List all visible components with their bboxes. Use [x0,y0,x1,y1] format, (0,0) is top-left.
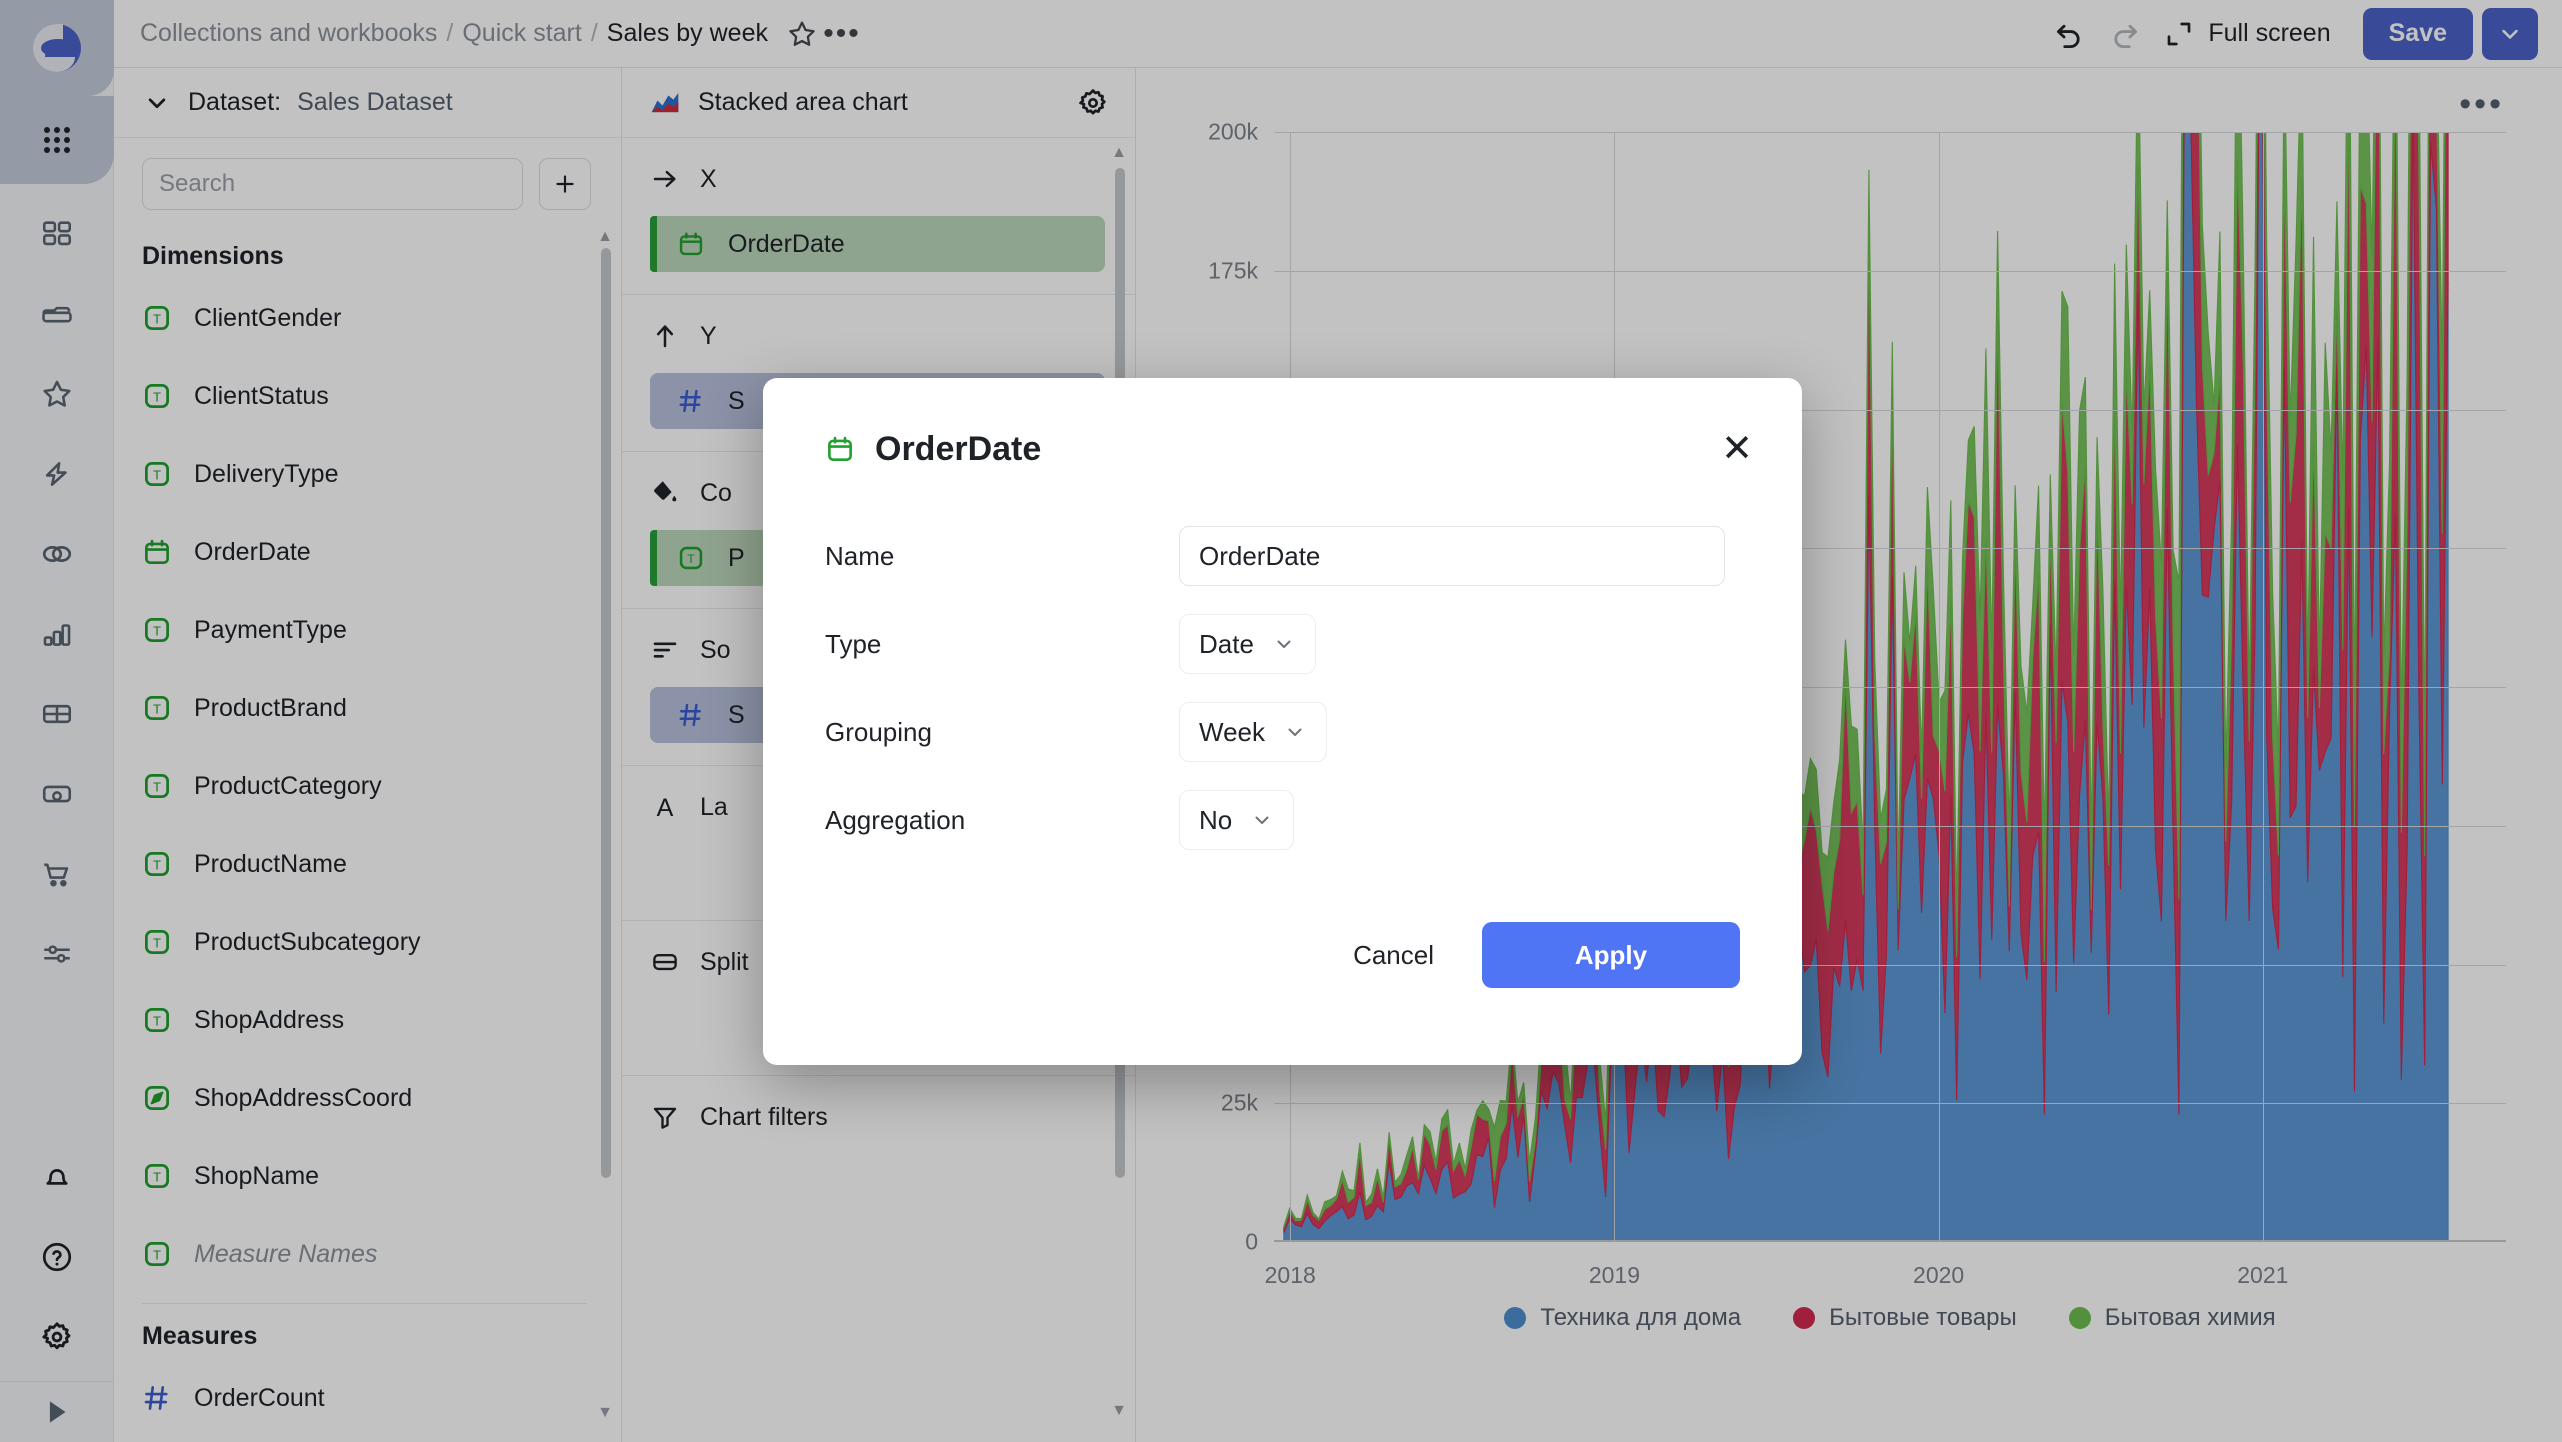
calendar-field-icon [825,434,855,464]
field-row-grouping: Grouping Week [825,688,1740,776]
field-row-aggregation: Aggregation No [825,776,1740,864]
grouping-value: Week [1199,717,1265,748]
chevron-down-icon [1250,808,1274,832]
grouping-select[interactable]: Week [1179,702,1327,762]
chevron-down-icon [1283,720,1307,744]
apply-button[interactable]: Apply [1482,922,1740,988]
dialog-footer: Cancel Apply [763,864,1802,988]
type-value: Date [1199,629,1254,660]
type-select[interactable]: Date [1179,614,1316,674]
field-row-type: Type Date [825,600,1740,688]
name-field[interactable] [1179,526,1725,586]
dialog-header: OrderDate ✕ [763,378,1802,472]
aggregation-select[interactable]: No [1179,790,1294,850]
grouping-label: Grouping [825,717,1179,748]
field-row-name: Name [825,512,1740,600]
aggregation-value: No [1199,805,1232,836]
cancel-button[interactable]: Cancel [1319,924,1468,987]
type-label: Type [825,629,1179,660]
dialog-title: OrderDate [875,430,1041,469]
field-settings-dialog: OrderDate ✕ Name Type Date Grouping Week [763,378,1802,1065]
close-dialog-button[interactable]: ✕ [1714,426,1760,472]
name-label: Name [825,541,1179,572]
aggregation-label: Aggregation [825,805,1179,836]
dialog-body: Name Type Date Grouping Week Aggregation [763,472,1802,864]
chevron-down-icon [1272,632,1296,656]
